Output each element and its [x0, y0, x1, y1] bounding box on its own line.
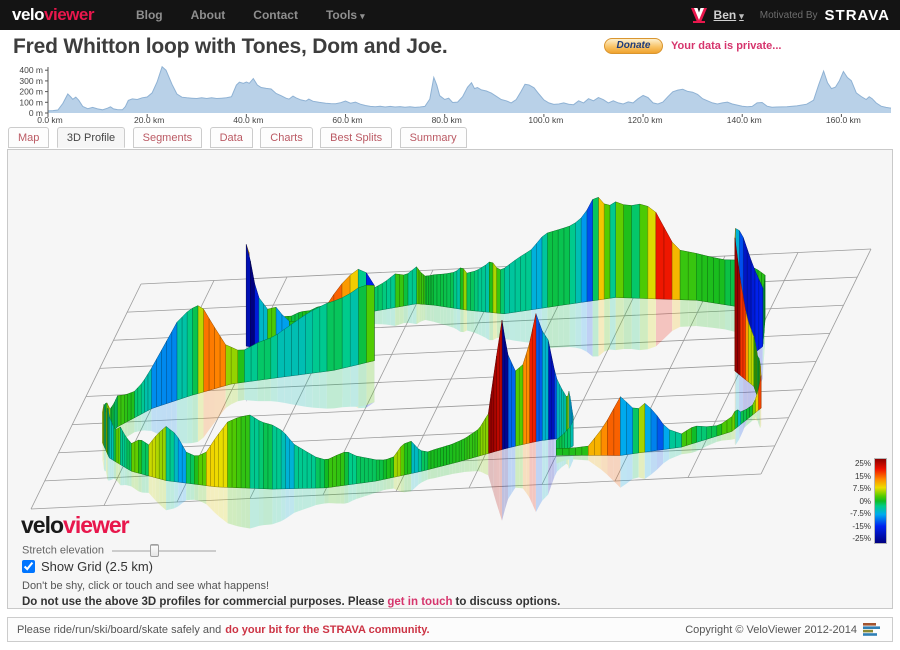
caret-down-icon: ▾ — [360, 11, 365, 21]
veloviewer-page: veloviewer Blog About Contact Tools▾ Ben… — [0, 0, 900, 650]
top-nav: Blog About Contact Tools▾ — [136, 8, 365, 22]
footer-right: Copyright © VeloViewer 2012-2014 — [685, 622, 883, 637]
title-bar: Fred Whitton loop with Tones, Dom and Jo… — [0, 30, 900, 62]
bar-chart-icon — [863, 622, 883, 637]
x-tick-label: 60.0 km — [332, 115, 362, 125]
elevation-profile-chart[interactable]: 0 m100 m200 m300 m400 m0.0 km20.0 km40.0… — [0, 62, 900, 126]
legend-tick: 0% — [850, 497, 871, 506]
copyright-text: Copyright © VeloViewer 2012-2014 — [685, 624, 857, 636]
logo-viewer: viewer — [44, 5, 94, 24]
strava-community-link[interactable]: do your bit for the STRAVA community. — [225, 624, 429, 636]
legend-tick: -25% — [850, 534, 871, 543]
legend-tick: 25% — [850, 459, 871, 468]
nav-contact[interactable]: Contact — [253, 8, 298, 22]
legend-tick: 7.5% — [850, 484, 871, 493]
footer: Please ride/run/ski/board/skate safely a… — [7, 617, 893, 642]
legend-tick: -15% — [850, 522, 871, 531]
gradient-legend-bar — [874, 458, 887, 544]
top-navbar: veloviewer Blog About Contact Tools▾ Ben… — [0, 0, 900, 30]
veloviewer-v-icon — [691, 8, 707, 23]
stretch-elevation-label: Stretch elevation — [22, 544, 104, 556]
x-tick-label: 140.0 km — [727, 115, 762, 125]
show-grid-label: Show Grid (2.5 km) — [41, 559, 153, 574]
y-tick-label: 200 m — [19, 87, 43, 97]
stretch-elevation-control: Stretch elevation — [22, 544, 216, 557]
warning-suffix: to discuss options. — [456, 596, 561, 608]
logo-velo: velo — [12, 5, 44, 24]
legend-tick: 15% — [850, 472, 871, 481]
donate-button[interactable]: Donate — [604, 38, 663, 54]
watermark-velo: velo — [21, 512, 63, 538]
y-tick-label: 400 m — [19, 65, 43, 75]
veloviewer-logo[interactable]: veloviewer — [12, 5, 94, 25]
caret-down-icon: ▾ — [739, 11, 744, 21]
x-tick-label: 0.0 km — [37, 115, 63, 125]
user-menu[interactable]: Ben▾ — [714, 8, 744, 22]
user-name: Ben — [714, 8, 737, 22]
x-tick-label: 80.0 km — [432, 115, 462, 125]
x-tick-label: 120.0 km — [628, 115, 663, 125]
privacy-link[interactable]: Your data is private... — [671, 40, 781, 52]
x-tick-label: 160.0 km — [826, 115, 861, 125]
safety-text: Please ride/run/ski/board/skate safely a… — [17, 624, 221, 636]
warning-prefix: Do not use the above 3D profiles for com… — [22, 596, 384, 608]
legend-tick: -7.5% — [850, 509, 871, 518]
nav-tools-label: Tools — [326, 8, 357, 22]
get-in-touch-link[interactable]: get in touch — [387, 596, 452, 608]
x-tick-label: 20.0 km — [134, 115, 164, 125]
3d-profile-panel: veloviewer Stretch elevation Show Grid (… — [7, 149, 893, 609]
tab-bar: Map 3D Profile Segments Data Charts Best… — [0, 126, 900, 149]
nav-about[interactable]: About — [191, 8, 226, 22]
tab-summary[interactable]: Summary — [400, 127, 467, 148]
3d-profile-canvas[interactable] — [8, 150, 892, 608]
topbar-right: Ben▾ Motivated By STRAVA — [691, 7, 890, 24]
y-tick-label: 300 m — [19, 76, 43, 86]
commercial-warning: Do not use the above 3D profiles for com… — [22, 596, 560, 608]
route-walls — [103, 197, 766, 489]
show-grid-checkbox[interactable] — [22, 560, 35, 573]
tab-map[interactable]: Map — [8, 127, 49, 148]
gradient-legend: 25% 15% 7.5% 0% -7.5% -15% -25% — [850, 458, 887, 544]
y-tick-label: 100 m — [19, 97, 43, 107]
x-tick-label: 100.0 km — [528, 115, 563, 125]
tab-data[interactable]: Data — [210, 127, 253, 148]
slider-handle[interactable] — [150, 544, 159, 557]
strava-logo[interactable]: STRAVA — [825, 7, 890, 24]
show-grid-control: Show Grid (2.5 km) — [22, 559, 153, 574]
nav-tools[interactable]: Tools▾ — [326, 8, 365, 22]
x-tick-label: 40.0 km — [233, 115, 263, 125]
veloviewer-watermark: veloviewer — [21, 512, 129, 539]
tab-best-splits[interactable]: Best Splits — [320, 127, 392, 148]
gradient-legend-labels: 25% 15% 7.5% 0% -7.5% -15% -25% — [850, 458, 874, 544]
tab-3d-profile[interactable]: 3D Profile — [57, 127, 125, 148]
watermark-viewer: viewer — [63, 512, 129, 538]
tab-segments[interactable]: Segments — [133, 127, 203, 148]
tab-charts[interactable]: Charts — [260, 127, 312, 148]
slider-track[interactable] — [112, 550, 216, 552]
stretch-elevation-slider[interactable] — [112, 544, 216, 557]
motivated-by-label: Motivated By — [760, 10, 818, 21]
nav-blog[interactable]: Blog — [136, 8, 163, 22]
interaction-hint: Don't be shy, click or touch and see wha… — [22, 580, 269, 592]
